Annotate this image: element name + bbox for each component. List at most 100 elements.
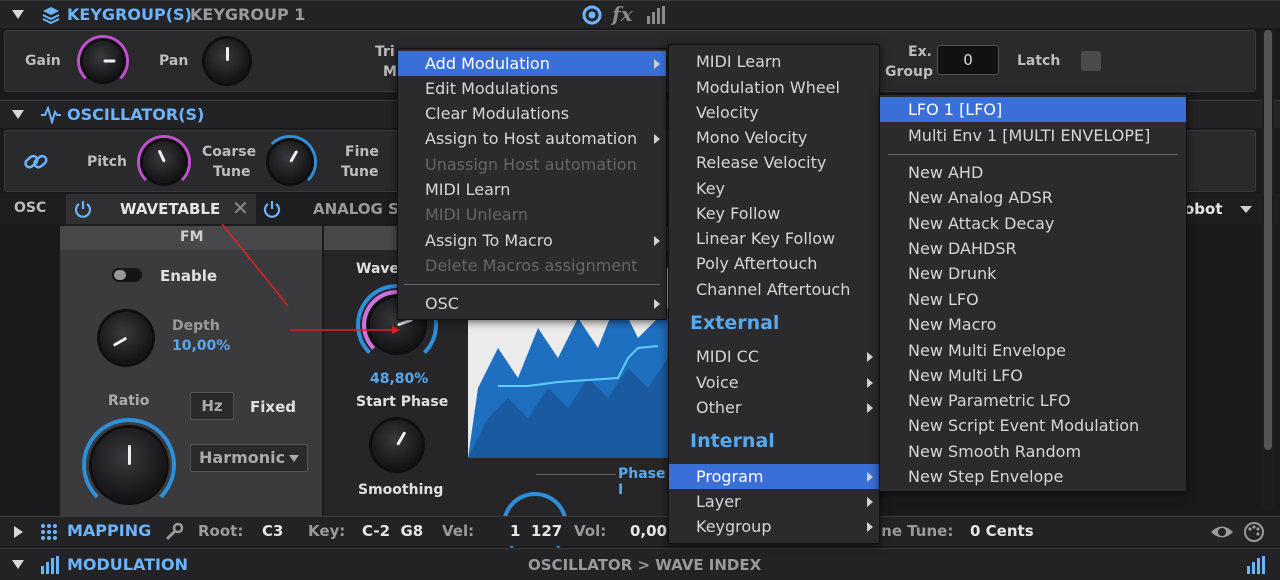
chevron-right-icon [867, 522, 873, 532]
menu-item-release-velocity-label: Release Velocity [696, 153, 827, 172]
chevron-right-icon [867, 497, 873, 507]
modulation-bar: MODULATION OSCILLATOR > WAVE INDEX [0, 548, 1280, 580]
menu-item-clear-modulations-label: Clear Modulations [425, 104, 570, 123]
menu-item-new-multi-lfo[interactable]: New Multi LFO [880, 363, 1186, 388]
menu-item-edit-modulations[interactable]: Edit Modulations [398, 76, 666, 101]
chevron-right-icon [867, 472, 873, 482]
menu-item-poly-aftertouch[interactable]: Poly Aftertouch [669, 251, 879, 276]
scrollbar[interactable] [1262, 30, 1274, 510]
menu-item-midi-learn[interactable]: MIDI Learn [669, 49, 879, 74]
menu-item-osc-label: OSC [425, 294, 459, 313]
vel-value[interactable]: 1 127 [510, 522, 562, 540]
chevron-right-icon [654, 236, 660, 246]
menu-item-poly-aftertouch-label: Poly Aftertouch [696, 254, 818, 273]
menu-item-multi-env-1-multi-envelope-label: Multi Env 1 [MULTI ENVELOPE] [908, 126, 1151, 145]
menu-item-new-dahdsr-label: New DAHDSR [908, 239, 1017, 258]
menu-item-new-lfo-label: New LFO [908, 290, 979, 309]
menu-item-voice-label: Voice [696, 373, 739, 392]
menu-item-delete-macros-assignment-label: Delete Macros assignment [425, 256, 638, 275]
menu-separator [888, 154, 1178, 155]
menu-item-new-parametric-lfo[interactable]: New Parametric LFO [880, 388, 1186, 413]
menu-item-new-attack-decay-label: New Attack Decay [908, 214, 1055, 233]
menu-item-new-macro[interactable]: New Macro [880, 312, 1186, 337]
fine-tune-value[interactable]: 0 Cents [970, 522, 1034, 540]
menu-item-channel-aftertouch[interactable]: Channel Aftertouch [669, 277, 879, 302]
menu-item-linear-key-follow[interactable]: Linear Key Follow [669, 226, 879, 251]
modulation-title: MODULATION [67, 555, 188, 574]
menu-item-new-step-envelope-label: New Step Envelope [908, 467, 1064, 486]
menu-item-midi-learn-label: MIDI Learn [425, 180, 511, 199]
menu-item-new-step-envelope[interactable]: New Step Envelope [880, 464, 1186, 489]
menu-item-midi-learn-label: MIDI Learn [696, 52, 782, 71]
collapse-modulation-icon[interactable] [12, 560, 24, 569]
menu-item-program[interactable]: Program [669, 464, 879, 489]
menu-item-new-attack-decay[interactable]: New Attack Decay [880, 211, 1186, 236]
chevron-right-icon [867, 352, 873, 362]
chevron-right-icon [867, 403, 873, 413]
menu-item-mono-velocity[interactable]: Mono Velocity [669, 125, 879, 150]
menu-item-key-label: Key [696, 179, 726, 198]
menu-item-key-follow[interactable]: Key Follow [669, 201, 879, 226]
menu-item-osc[interactable]: OSC [398, 291, 666, 316]
menu-item-edit-modulations-label: Edit Modulations [425, 79, 559, 98]
menu-item-multi-env-1-multi-envelope[interactable]: Multi Env 1 [MULTI ENVELOPE] [880, 123, 1186, 148]
menu-item-clear-modulations[interactable]: Clear Modulations [398, 101, 666, 126]
menu-item-release-velocity[interactable]: Release Velocity [669, 150, 879, 175]
eye-icon[interactable] [1210, 523, 1234, 541]
menu-item-modulation-wheel-label: Modulation Wheel [696, 78, 840, 97]
menu-item-new-script-event-modulation[interactable]: New Script Event Modulation [880, 413, 1186, 438]
menu-item-new-macro-label: New Macro [908, 315, 997, 334]
menu-item-midi-learn[interactable]: MIDI Learn [398, 177, 666, 202]
palette-icon[interactable] [1243, 521, 1265, 543]
root-label: Root: [198, 522, 244, 540]
menu-item-new-ahd[interactable]: New AHD [880, 160, 1186, 185]
menu-item-new-smooth-random[interactable]: New Smooth Random [880, 439, 1186, 464]
root-value[interactable]: C3 [262, 522, 283, 540]
section-header-external: External [669, 311, 879, 336]
menu-item-new-smooth-random-label: New Smooth Random [908, 442, 1082, 461]
expand-mapping-icon[interactable] [14, 526, 23, 538]
menu-item-new-parametric-lfo-label: New Parametric LFO [908, 391, 1071, 410]
menu-item-channel-aftertouch-label: Channel Aftertouch [696, 280, 851, 299]
menu-item-velocity-label: Velocity [696, 103, 759, 122]
menu-item-new-multi-envelope[interactable]: New Multi Envelope [880, 338, 1186, 363]
menu-item-layer[interactable]: Layer [669, 489, 879, 514]
section-header-internal-label: Internal [690, 430, 775, 452]
section-header-external-label: External [690, 312, 780, 334]
menu-item-new-analog-adsr[interactable]: New Analog ADSR [880, 185, 1186, 210]
menu-item-lfo-1-lfo[interactable]: LFO 1 [LFO] [880, 97, 1186, 122]
menu-item-assign-to-host-automation[interactable]: Assign to Host automation [398, 126, 666, 151]
chevron-right-icon [654, 134, 660, 144]
menu-item-voice[interactable]: Voice [669, 370, 879, 395]
menu-item-new-drunk[interactable]: New Drunk [880, 261, 1186, 286]
menu-item-keygroup[interactable]: Keygroup [669, 514, 879, 539]
chevron-right-icon [654, 59, 660, 69]
chevron-right-icon [867, 378, 873, 388]
menu-item-linear-key-follow-label: Linear Key Follow [696, 229, 836, 248]
menu-item-new-drunk-label: New Drunk [908, 264, 997, 283]
menu-item-midi-cc[interactable]: MIDI CC [669, 344, 879, 369]
program-submenu: LFO 1 [LFO] Multi Env 1 [MULTI ENVELOPE] N… [879, 94, 1187, 492]
menu-item-other[interactable]: Other [669, 395, 879, 420]
menu-item-assign-to-macro[interactable]: Assign To Macro [398, 228, 666, 253]
add-modulation-submenu: MIDI Learn Modulation Wheel Velocity Mono V… [668, 44, 880, 544]
vol-value[interactable]: 0,00 [630, 522, 667, 540]
wrench-icon[interactable] [164, 522, 184, 542]
menu-item-new-lfo[interactable]: New LFO [880, 287, 1186, 312]
menu-item-new-analog-adsr-label: New Analog ADSR [908, 188, 1053, 207]
menu-item-velocity[interactable]: Velocity [669, 100, 879, 125]
menu-item-unassign-host-automation-label: Unassign Host automation [425, 155, 637, 174]
menu-item-assign-to-host-automation-label: Assign to Host automation [425, 129, 638, 148]
key-value[interactable]: C-2 G8 [362, 522, 423, 540]
menu-item-key[interactable]: Key [669, 176, 879, 201]
bars-icon[interactable] [1246, 556, 1266, 574]
menu-item-midi-unlearn-label: MIDI Unlearn [425, 205, 529, 224]
mapping-title: MAPPING [67, 521, 152, 540]
vol-label: Vol: [574, 522, 607, 540]
menu-item-new-dahdsr[interactable]: New DAHDSR [880, 236, 1186, 261]
mapping-bar: MAPPING Root: C3 Key: C-2 G8 Vel: 1 127 … [0, 516, 1280, 546]
menu-item-modulation-wheel[interactable]: Modulation Wheel [669, 75, 879, 100]
menu-item-add-modulation[interactable]: Add Modulation [398, 51, 666, 76]
menu-item-keygroup-label: Keygroup [696, 517, 772, 536]
vel-label: Vel: [442, 522, 475, 540]
